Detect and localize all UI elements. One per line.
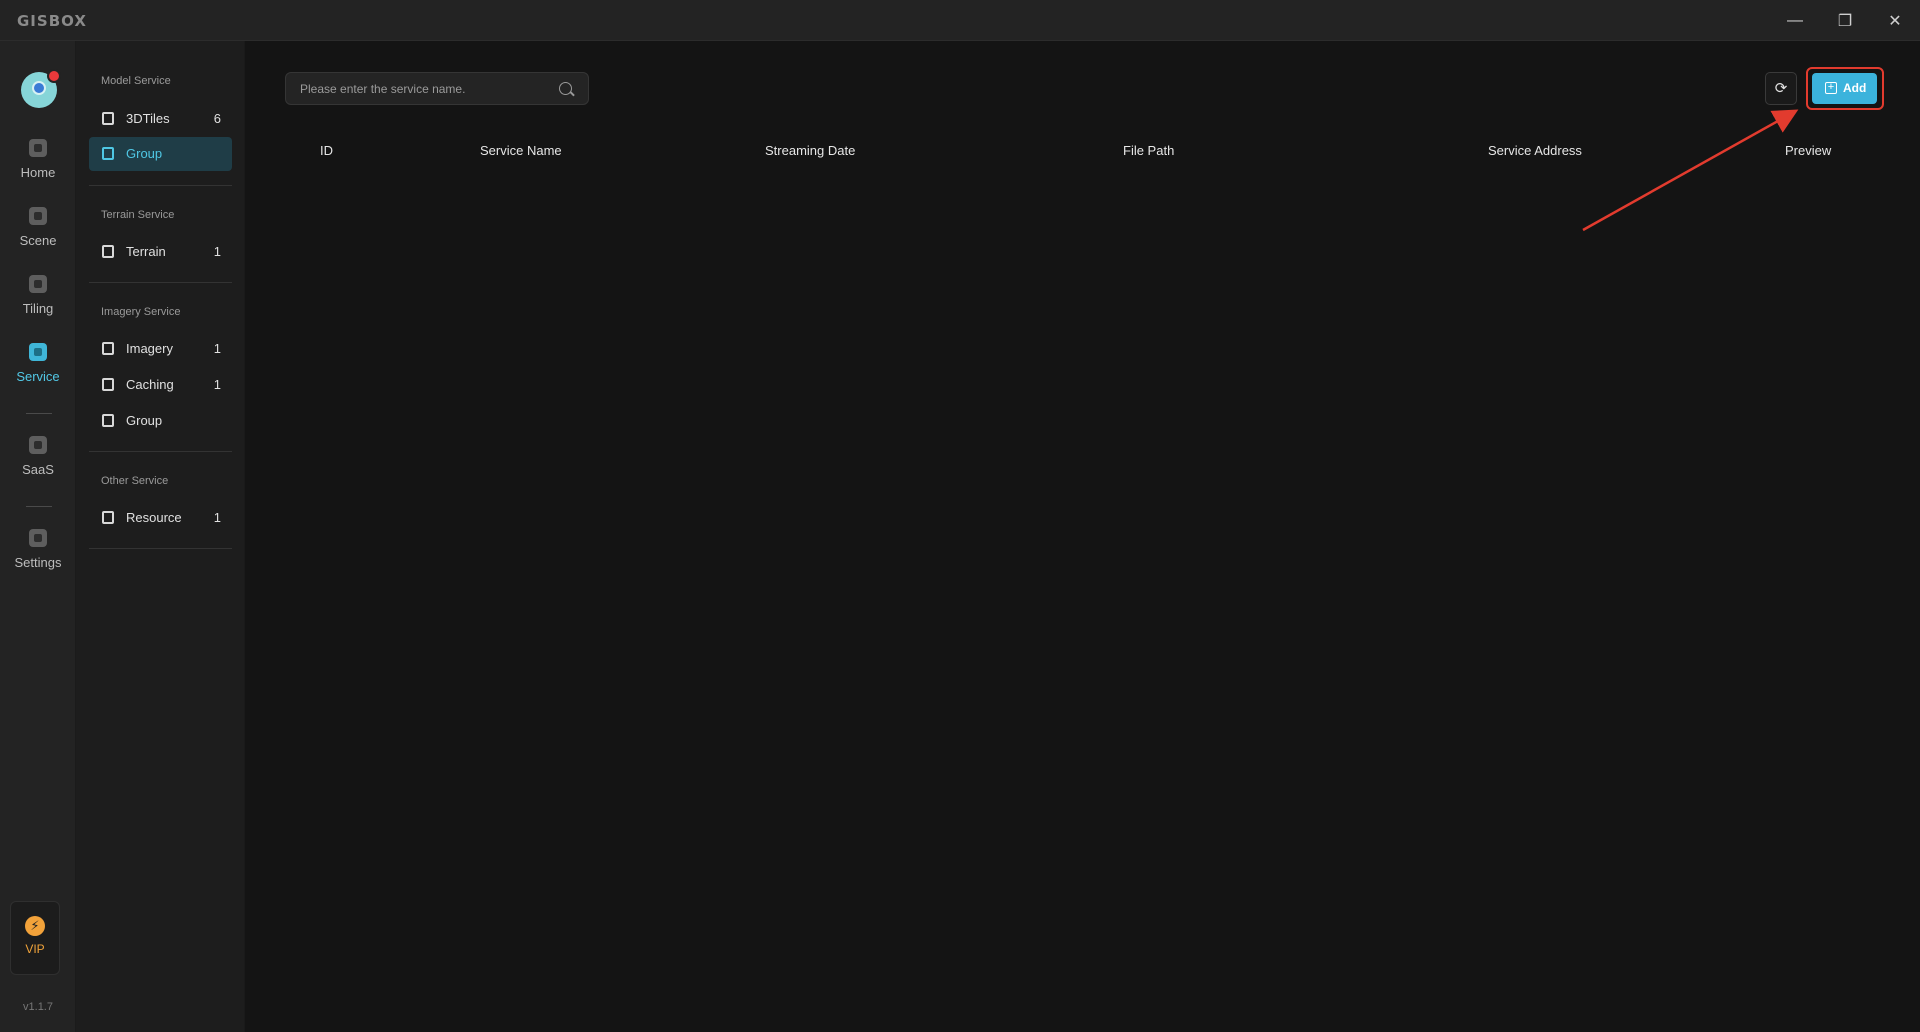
search-icon[interactable]	[559, 82, 572, 95]
service-icon	[29, 343, 47, 361]
imagery-icon	[102, 342, 114, 355]
subnav-divider	[89, 185, 232, 186]
subnav-item-label: 3DTiles	[126, 111, 170, 126]
user-icon	[32, 81, 46, 95]
scene-icon	[29, 207, 47, 225]
nav-item-label: Scene	[19, 233, 57, 248]
nav-item-scene[interactable]: Scene	[0, 207, 76, 263]
subnav-item-label: Group	[126, 146, 163, 161]
subnav-item-imagery-group[interactable]: Group	[89, 404, 232, 438]
column-header-service-address: Service Address	[1488, 143, 1582, 158]
avatar[interactable]	[21, 69, 61, 108]
subnav-item-terrain[interactable]: Terrain 1	[89, 235, 232, 269]
subnav-item-label: Terrain	[126, 244, 166, 259]
column-header-id: ID	[320, 143, 333, 158]
service-subnav: Model Service 3DTiles 6 Group Terrain Se…	[76, 41, 245, 1032]
left-nav: Home Scene Tiling Service SaaS Settings …	[0, 41, 76, 1032]
subnav-item-count: 1	[213, 510, 221, 525]
lightning-icon: ⚡	[25, 916, 45, 936]
nav-item-home[interactable]: Home	[0, 139, 76, 195]
nav-item-label: Tiling	[22, 301, 54, 316]
column-header-streaming-date: Streaming Date	[765, 143, 856, 158]
close-icon[interactable]: ✕	[1872, 0, 1918, 41]
search-box	[285, 72, 589, 105]
subnav-item-label: Imagery	[126, 341, 173, 356]
settings-icon	[29, 529, 47, 547]
nav-item-saas[interactable]: SaaS	[0, 436, 76, 492]
nav-item-label: Settings	[14, 555, 62, 570]
subnav-item-imagery[interactable]: Imagery 1	[89, 332, 232, 366]
nav-item-label: Service	[16, 369, 60, 384]
add-button-label: Add	[1843, 81, 1867, 95]
group-title-model-service: Model Service	[101, 75, 171, 87]
terrain-icon	[102, 245, 114, 258]
caching-icon	[102, 378, 114, 391]
version-label: v1.1.7	[23, 1001, 53, 1013]
subnav-item-label: Group	[126, 413, 163, 428]
subnav-item-3dtiles[interactable]: 3DTiles 6	[89, 102, 232, 136]
subnav-item-count: 1	[213, 244, 221, 259]
minimize-icon[interactable]: —	[1772, 0, 1818, 41]
subnav-item-count: 1	[213, 341, 221, 356]
group-icon	[102, 147, 114, 160]
subnav-divider	[89, 451, 232, 452]
subnav-item-caching[interactable]: Caching 1	[89, 368, 232, 402]
vip-label: VIP	[25, 942, 45, 956]
group-title-imagery-service: Imagery Service	[101, 306, 181, 318]
group-icon	[102, 414, 114, 427]
app-logo: GISBOX	[17, 12, 87, 30]
nav-item-service[interactable]: Service	[0, 343, 76, 399]
group-title-terrain-service: Terrain Service	[101, 209, 175, 221]
nav-divider	[26, 413, 52, 414]
tiling-icon	[29, 275, 47, 293]
add-button[interactable]: + Add	[1812, 73, 1877, 104]
search-input[interactable]	[300, 73, 550, 104]
column-header-file-path: File Path	[1123, 143, 1175, 158]
subnav-item-label: Resource	[126, 510, 182, 525]
nav-item-settings[interactable]: Settings	[0, 529, 76, 585]
nav-divider	[26, 506, 52, 507]
column-header-preview: Preview	[1785, 143, 1832, 158]
column-header-service-name: Service Name	[480, 143, 562, 158]
subnav-item-label: Caching	[126, 377, 174, 392]
resource-icon	[102, 511, 114, 524]
restore-icon[interactable]: ❐	[1822, 0, 1868, 41]
nav-item-tiling[interactable]: Tiling	[0, 275, 76, 331]
add-icon: +	[1825, 82, 1837, 94]
subnav-divider	[89, 282, 232, 283]
saas-icon	[29, 436, 47, 454]
tiles-icon	[102, 112, 114, 125]
title-bar: GISBOX — ❐ ✕	[0, 0, 1920, 41]
notification-badge	[47, 69, 61, 83]
vip-button[interactable]: ⚡ VIP	[10, 901, 60, 975]
subnav-item-model-group[interactable]: Group	[89, 137, 232, 171]
home-icon	[29, 139, 47, 157]
subnav-item-count: 6	[213, 111, 221, 126]
group-title-other-service: Other Service	[101, 475, 169, 487]
subnav-item-resource[interactable]: Resource 1	[89, 501, 232, 535]
subnav-divider	[89, 548, 232, 549]
nav-item-label: SaaS	[22, 462, 54, 477]
nav-item-label: Home	[20, 165, 56, 180]
subnav-item-count: 1	[213, 377, 221, 392]
annotation-arrow	[1582, 109, 1799, 232]
refresh-icon: ⟳	[1774, 80, 1788, 97]
